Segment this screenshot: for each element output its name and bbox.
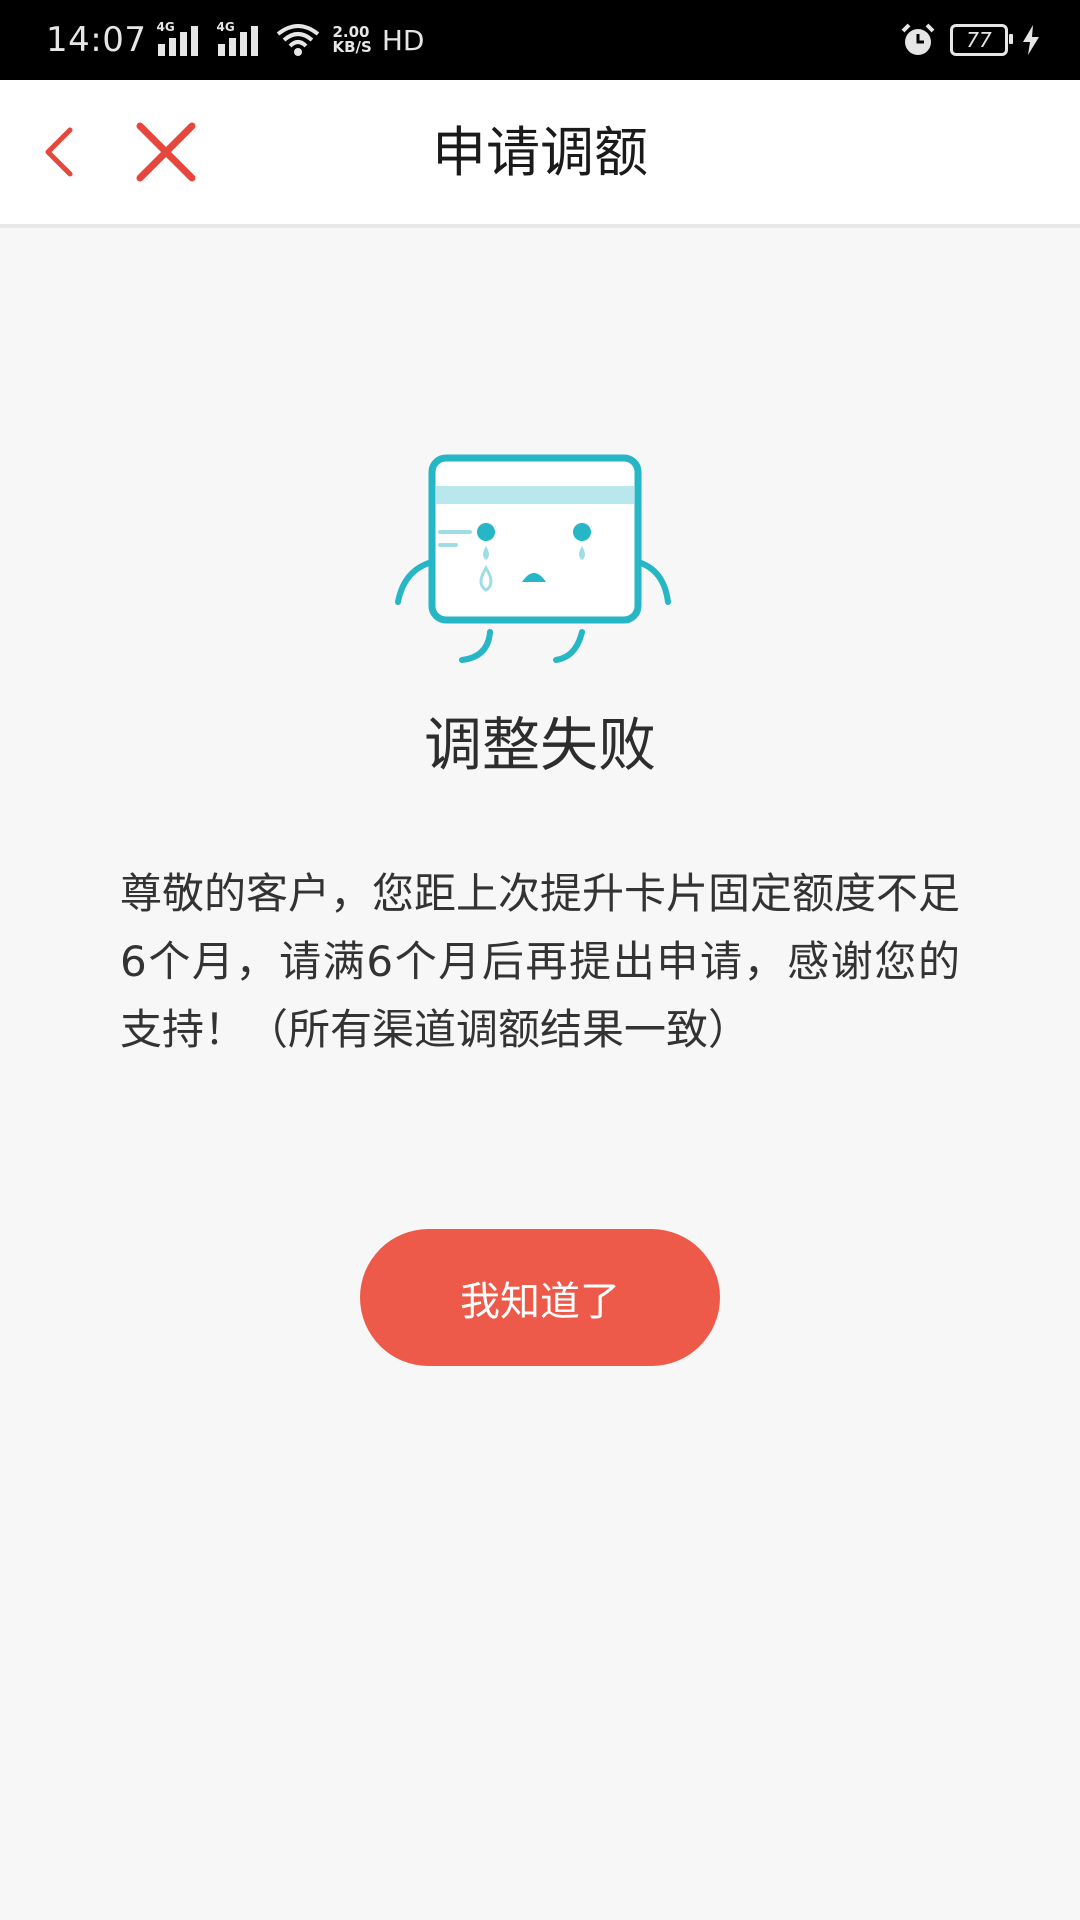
result-message: 尊敬的客户，您距上次提升卡片固定额度不足6个月，请满6个月后再提出申请，感谢您的…: [120, 869, 961, 1054]
network-type-label: 4G: [216, 20, 235, 34]
nav-header: 申请调额: [0, 80, 1080, 228]
status-right: 77: [900, 0, 1040, 80]
result-title: 调整失败: [423, 711, 656, 779]
confirm-button[interactable]: 我知道了: [360, 1229, 720, 1366]
signal-icon: 4G: [216, 20, 266, 58]
status-time: 14:07: [46, 20, 147, 60]
alarm-icon: [901, 23, 935, 55]
charging-icon: [1023, 25, 1039, 55]
wifi-icon: [277, 24, 320, 56]
battery-level: 77: [966, 28, 992, 52]
page-title: 申请调额: [432, 121, 648, 184]
crying-card-icon: [395, 454, 671, 663]
status-left: 14:07 4G 4G 2.00 KB/S HD: [46, 0, 424, 80]
signal-icon: 4G: [156, 20, 206, 58]
battery-icon: 77: [950, 24, 1013, 56]
hd-label: HD: [381, 23, 425, 57]
network-type-label: 4G: [156, 20, 175, 34]
status-bar: 14:07 4G 4G 2.00 KB/S HD 77: [0, 0, 1080, 80]
network-speed: 2.00 KB/S: [332, 23, 372, 56]
